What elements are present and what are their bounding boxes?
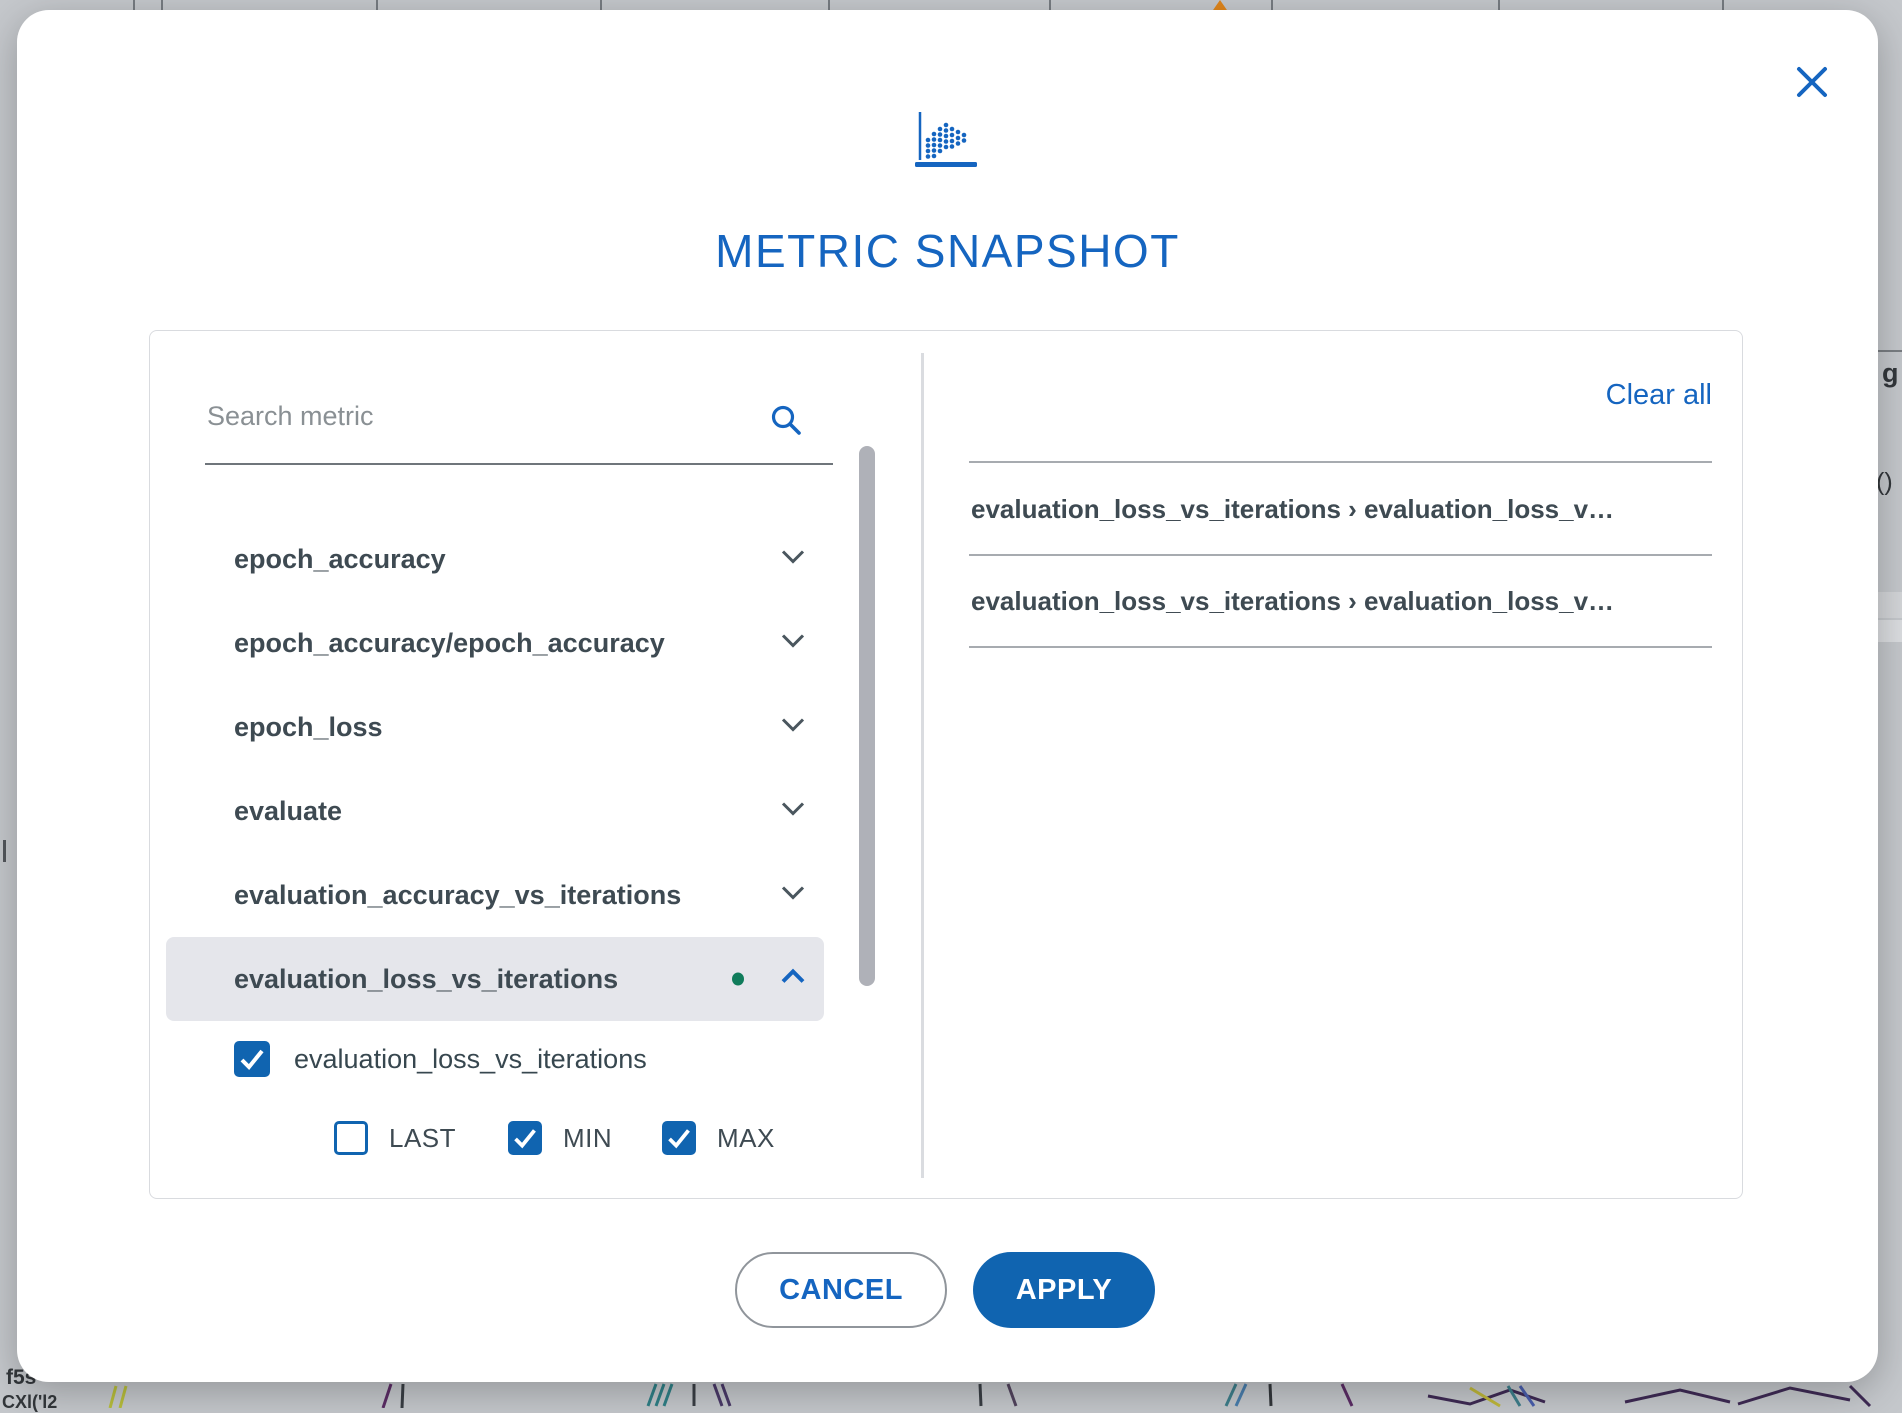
checkbox-unchecked[interactable] [334, 1121, 368, 1155]
panel-divider [921, 353, 924, 1178]
metric-item[interactable]: epoch_accuracy/epoch_accuracy [166, 601, 824, 685]
scrollbar-thumb[interactable] [859, 446, 875, 986]
metric-item[interactable]: evaluation_accuracy_vs_iterations [166, 853, 824, 937]
metric-item-label: epoch_accuracy [166, 544, 446, 575]
metric-item-label: evaluation_accuracy_vs_iterations [166, 880, 681, 911]
metric-item[interactable]: evaluate [166, 769, 824, 853]
bg-column-tick [1722, 0, 1724, 10]
option-label: MIN [563, 1123, 612, 1154]
close-icon [1790, 60, 1834, 104]
chevron-down-icon[interactable] [780, 548, 806, 571]
checkbox-checked[interactable] [234, 1041, 270, 1077]
selected-indicator-dot [732, 973, 744, 986]
bg-line-fragment [1878, 350, 1902, 352]
metric-checkbox-row[interactable]: evaluation_loss_vs_iterations [234, 1041, 647, 1077]
bg-column-tick [376, 0, 378, 10]
search-input[interactable] [205, 383, 767, 432]
option-min[interactable]: MIN [508, 1121, 612, 1155]
metric-list: epoch_accuracy epoch_accuracy/epoch_accu… [166, 517, 824, 1021]
apply-button[interactable]: APPLY [973, 1252, 1155, 1328]
metric-snapshot-dialog: METRIC SNAPSHOT epoch_accuracy epoch_acc… [17, 10, 1878, 1382]
metric-item-label: epoch_loss [166, 712, 383, 743]
search-icon[interactable] [769, 403, 803, 442]
bg-column-tick [133, 0, 135, 10]
selected-metric-item: evaluation_loss_vs_iterations › evaluati… [971, 489, 1691, 529]
bg-column-tick [600, 0, 602, 10]
divider [969, 461, 1712, 463]
option-last[interactable]: LAST [334, 1121, 456, 1155]
scatter-plot-icon [913, 110, 983, 175]
option-max[interactable]: MAX [662, 1121, 775, 1155]
background-text-fragment: g [1882, 358, 1899, 389]
selected-metrics-panel: Clear all evaluation_loss_vs_iterations … [969, 379, 1712, 412]
checkbox-checked[interactable] [508, 1121, 542, 1155]
chevron-down-icon[interactable] [780, 884, 806, 907]
cancel-button[interactable]: CANCEL [735, 1252, 947, 1328]
bg-line-fragment [3, 840, 6, 862]
checkbox-checked[interactable] [662, 1121, 696, 1155]
bg-shade [1878, 620, 1902, 642]
checkmark-icon [234, 1041, 270, 1077]
checkmark-icon [662, 1121, 696, 1155]
bg-column-tick [828, 0, 830, 10]
metric-item-label: evaluate [166, 796, 342, 827]
metric-item[interactable]: epoch_loss [166, 685, 824, 769]
chevron-down-icon[interactable] [780, 800, 806, 823]
clear-all-link[interactable]: Clear all [969, 379, 1712, 412]
metric-checkbox-label: evaluation_loss_vs_iterations [294, 1044, 647, 1075]
search-metric-field [205, 383, 833, 465]
divider [969, 554, 1712, 556]
divider [969, 646, 1712, 648]
bg-shade [1878, 592, 1902, 618]
option-label: LAST [389, 1123, 456, 1154]
chevron-down-icon[interactable] [780, 632, 806, 655]
background-text-fragment: () [1876, 468, 1893, 497]
metric-item-label: evaluation_loss_vs_iterations [166, 964, 618, 995]
chevron-down-icon[interactable] [780, 716, 806, 739]
metric-item-label: epoch_accuracy/epoch_accuracy [166, 628, 665, 659]
metric-selection-panel: epoch_accuracy epoch_accuracy/epoch_accu… [149, 330, 1743, 1199]
metric-item[interactable]: epoch_accuracy [166, 517, 824, 601]
selected-metric-item: evaluation_loss_vs_iterations › evaluati… [971, 581, 1691, 621]
bg-column-tick [161, 0, 163, 10]
metric-item-selected[interactable]: evaluation_loss_vs_iterations [166, 937, 824, 1021]
bg-column-tick [1271, 0, 1273, 10]
page-title: METRIC SNAPSHOT [17, 224, 1878, 278]
checkmark-icon [508, 1121, 542, 1155]
bg-column-tick [1049, 0, 1051, 10]
bg-chart-fragments [0, 1382, 1902, 1408]
option-label: MAX [717, 1123, 775, 1154]
chevron-up-icon[interactable] [780, 968, 806, 991]
close-button[interactable] [1788, 58, 1836, 106]
bg-column-tick [1498, 0, 1500, 10]
